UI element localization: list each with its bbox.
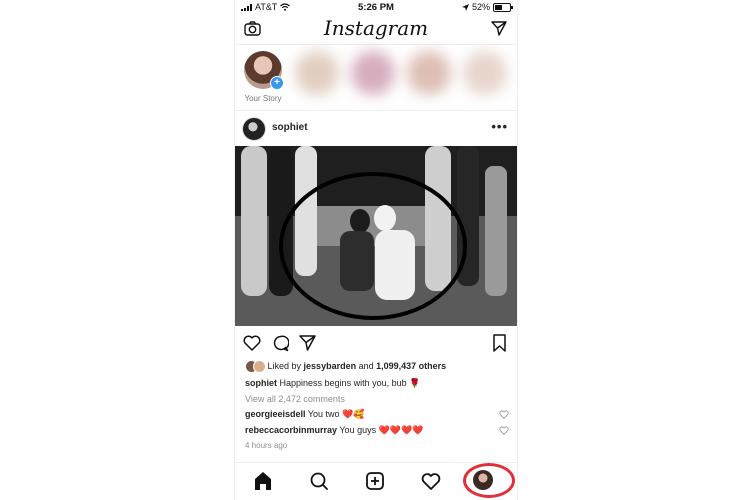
likes-line: Liked by jessybarden and 1,099,437 other… bbox=[245, 360, 510, 373]
comment-2: rebeccacorbinmurray You guys ❤️❤️❤️❤️ bbox=[245, 424, 510, 436]
status-bar: AT&T 5:26 PM 52% bbox=[235, 0, 517, 14]
caption-username[interactable]: sophiet bbox=[245, 378, 277, 388]
share-icon[interactable] bbox=[299, 335, 316, 351]
like-heart-icon[interactable] bbox=[243, 335, 261, 351]
caption: sophiet Happiness begins with you, bub 🌹 bbox=[245, 377, 510, 389]
liked-by-user[interactable]: jessybarden bbox=[304, 361, 357, 371]
post-avatar[interactable] bbox=[242, 117, 266, 141]
instagram-app: AT&T 5:26 PM 52% Instagram + Your Story … bbox=[234, 0, 518, 500]
your-story-label: Your Story bbox=[244, 94, 282, 103]
comment-username[interactable]: rebeccacorbinmurray bbox=[245, 425, 337, 435]
liked-by-prefix: Liked by bbox=[267, 361, 304, 371]
instagram-logo: Instagram bbox=[323, 16, 429, 40]
blurred-story[interactable] bbox=[463, 51, 507, 95]
location-arrow-icon bbox=[461, 3, 469, 11]
battery-percent: 52% bbox=[471, 2, 490, 12]
add-post-icon[interactable] bbox=[361, 469, 389, 493]
black-and-white-photo bbox=[235, 146, 517, 326]
post-timestamp: 4 hours ago bbox=[245, 441, 288, 450]
activity-heart-icon[interactable] bbox=[417, 469, 445, 493]
blurred-story[interactable] bbox=[295, 51, 339, 95]
paper-plane-icon[interactable] bbox=[491, 21, 507, 36]
comment-like-icon[interactable] bbox=[499, 426, 509, 435]
post-actions bbox=[235, 330, 517, 356]
blurred-story[interactable] bbox=[351, 51, 395, 95]
comment-like-icon[interactable] bbox=[499, 410, 509, 419]
blurred-story[interactable] bbox=[407, 51, 451, 95]
post-username[interactable]: sophiet bbox=[272, 122, 308, 133]
stories-tray: + Your Story bbox=[235, 45, 517, 111]
bookmark-icon[interactable] bbox=[493, 334, 506, 352]
home-icon[interactable] bbox=[249, 469, 277, 493]
view-all-comments[interactable]: View all 2,472 comments bbox=[245, 393, 510, 405]
post-header: sophiet ••• bbox=[235, 110, 517, 146]
likes-count[interactable]: 1,099,437 others bbox=[376, 361, 446, 371]
comment-username[interactable]: georgieeisdell bbox=[245, 409, 306, 419]
search-icon[interactable] bbox=[305, 469, 333, 493]
comment-1: georgieeisdell You two ❤️🥰 bbox=[245, 408, 510, 420]
highlight-circle bbox=[463, 463, 515, 498]
app-header: Instagram bbox=[235, 14, 517, 45]
caption-text: Happiness begins with you, bub 🌹 bbox=[277, 378, 421, 388]
liked-by-suffix: and bbox=[356, 361, 377, 371]
add-story-icon[interactable]: + bbox=[270, 76, 284, 90]
more-dots-icon[interactable]: ••• bbox=[491, 119, 508, 134]
comment-icon[interactable] bbox=[272, 335, 289, 352]
your-story[interactable]: + Your Story bbox=[241, 51, 285, 103]
comment-text: You two ❤️🥰 bbox=[305, 409, 365, 419]
comment-text: You guys ❤️❤️❤️❤️ bbox=[337, 425, 424, 435]
liker-avatars bbox=[245, 360, 266, 373]
post-photo[interactable] bbox=[235, 146, 517, 326]
your-story-avatar: + bbox=[244, 51, 284, 90]
battery-icon bbox=[493, 2, 513, 12]
